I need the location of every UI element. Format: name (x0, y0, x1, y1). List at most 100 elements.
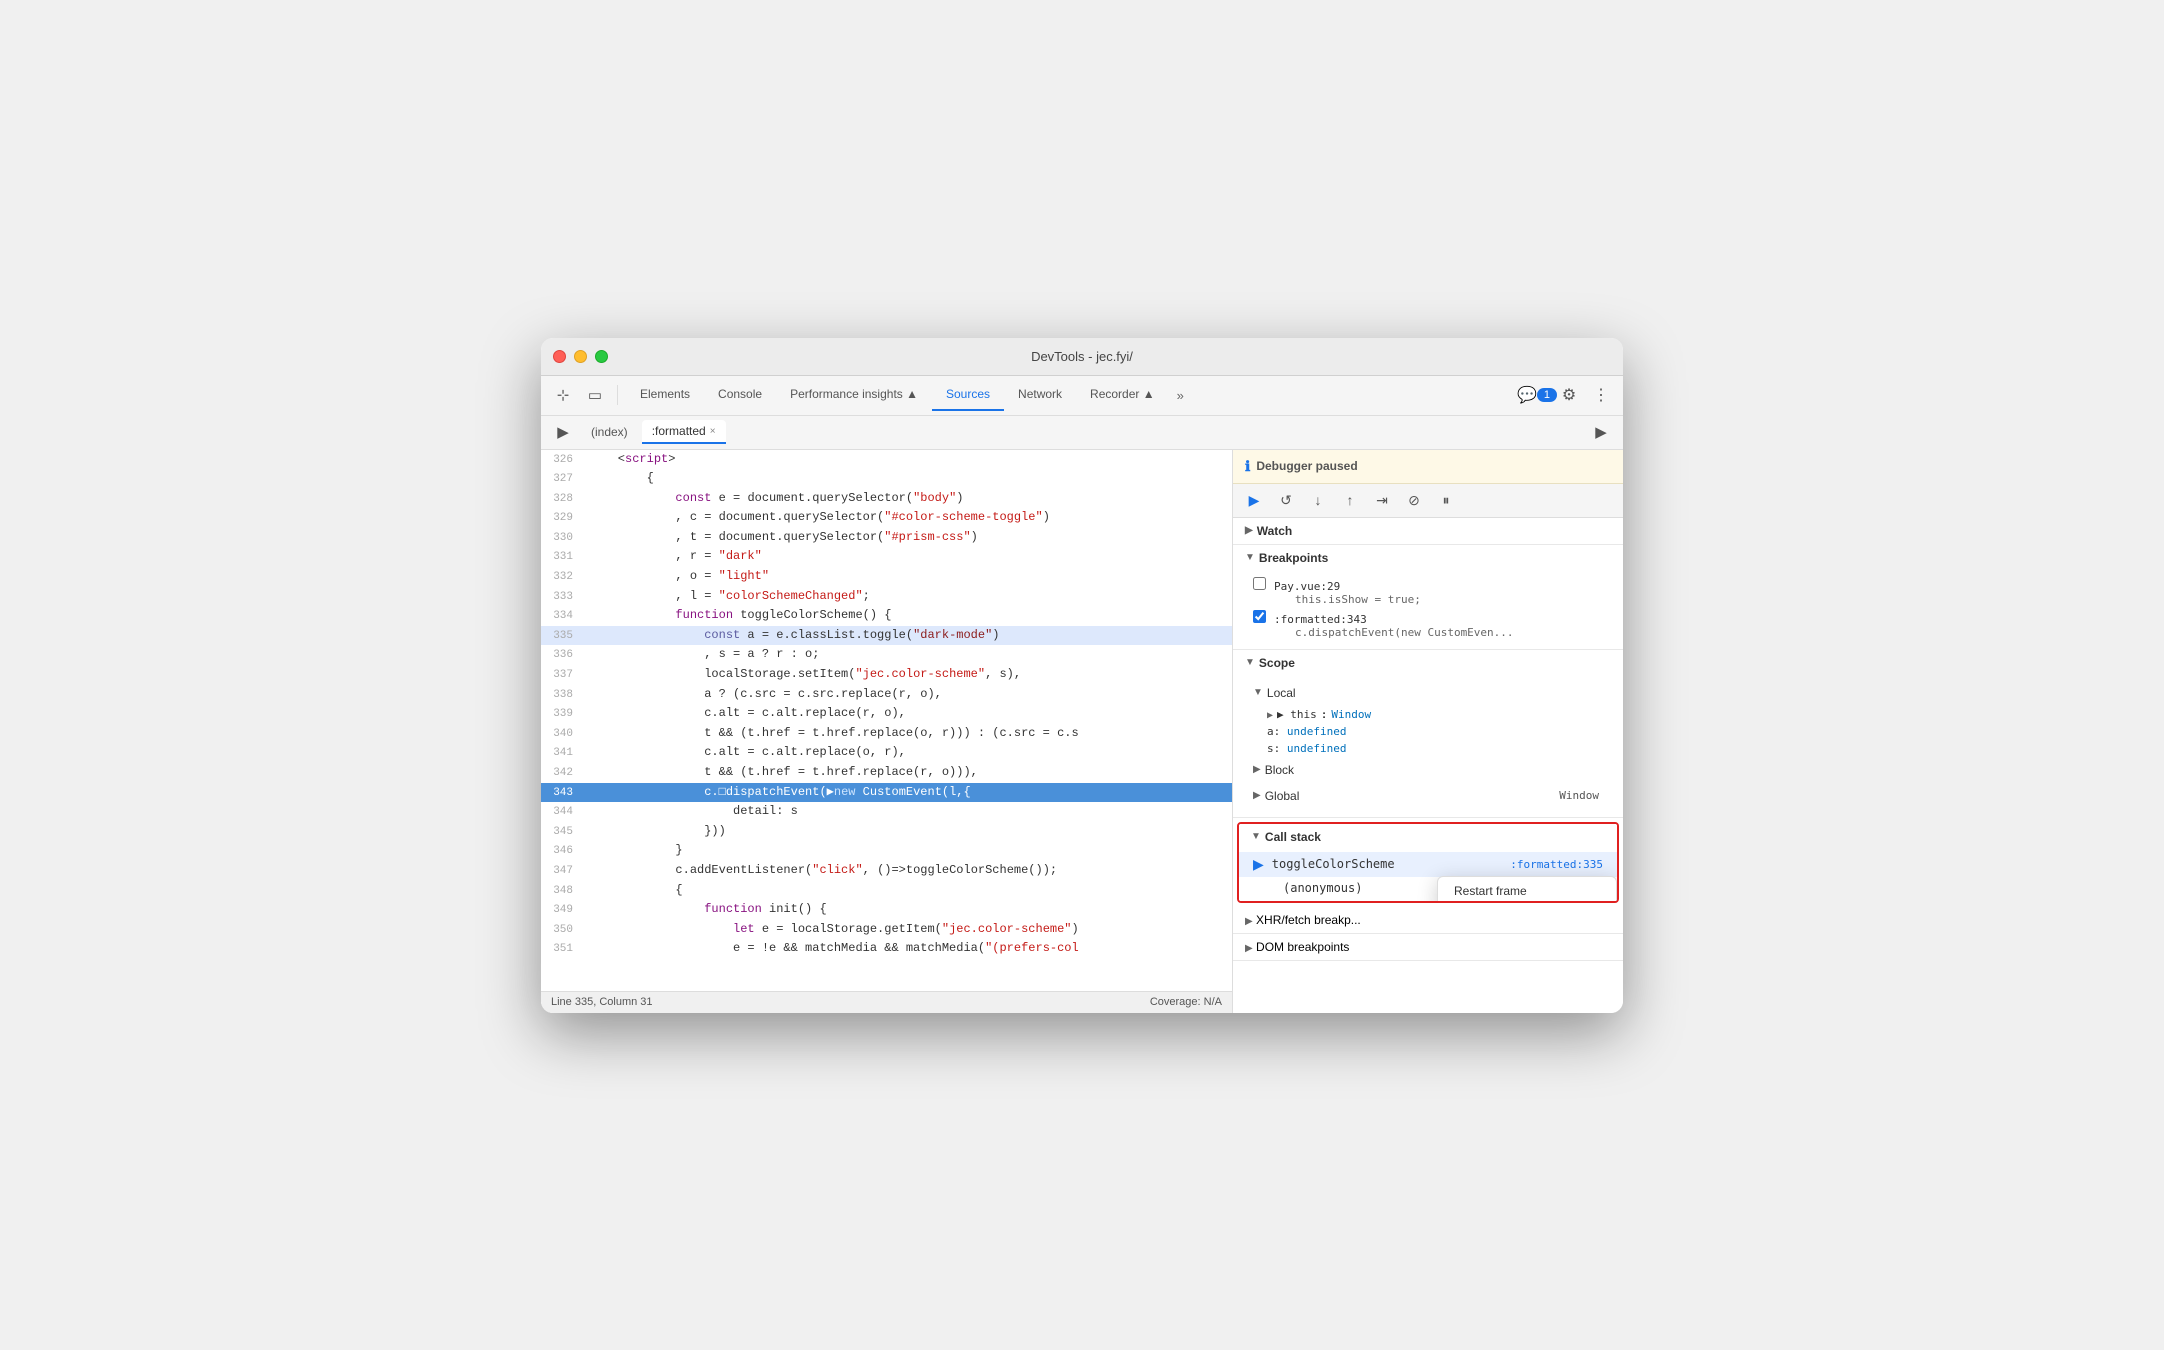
deactivate-breakpoints-button[interactable]: ⊘ (1401, 487, 1427, 513)
code-line-336: 336 , s = a ? r : o; (541, 645, 1232, 665)
code-line-334: 334 function toggleColorScheme() { (541, 606, 1232, 626)
bp2-code: c.dispatchEvent(new CustomEven... (1274, 626, 1514, 639)
step-button[interactable]: ⇥ (1369, 487, 1395, 513)
file-tree-icon[interactable]: ▶ (549, 418, 577, 446)
local-triangle: ▼ (1253, 687, 1263, 698)
sub-toolbar-right: ▶ (1587, 418, 1615, 446)
dom-triangle: ▶ (1245, 943, 1253, 954)
tab-recorder[interactable]: Recorder ▲ (1076, 379, 1169, 411)
code-line-340: 340 t && (t.href = t.href.replace(o, r))… (541, 724, 1232, 744)
scope-this[interactable]: ▶ ▶ this: Window (1267, 706, 1611, 723)
code-line-349: 349 function init() { (541, 900, 1232, 920)
code-editor[interactable]: 326 <script> 327 { 328 const e = documen… (541, 450, 1232, 991)
bp2-location: :formatted:343 (1274, 613, 1367, 626)
more-tabs[interactable]: » (1169, 382, 1192, 409)
call-stack-triangle: ▼ (1251, 831, 1261, 842)
local-label: Local (1267, 686, 1296, 700)
code-line-331: 331 , r = "dark" (541, 547, 1232, 567)
xhr-section[interactable]: ▶ XHR/fetch breakp... (1233, 907, 1623, 934)
cursor-position: Line 335, Column 31 (551, 996, 653, 1008)
code-line-342: 342 t && (t.href = t.href.replace(r, o))… (541, 763, 1232, 783)
scope-header[interactable]: ▼ Scope (1233, 650, 1623, 676)
divider (617, 385, 618, 405)
code-line-335: 335 const a = e.classList.toggle("dark-m… (541, 626, 1232, 646)
step-out-button[interactable]: ↑ (1337, 487, 1363, 513)
call-stack-section: ▼ Call stack ▶ toggleColorScheme :format… (1237, 822, 1619, 903)
tab-network[interactable]: Network (1004, 379, 1076, 411)
global-val: Window (1559, 789, 1599, 802)
traffic-lights (553, 350, 608, 363)
code-line-327: 327 { (541, 469, 1232, 489)
format-icon[interactable]: ▶ (1587, 418, 1615, 446)
global-scope-header[interactable]: ▶ Global Window (1253, 783, 1611, 809)
dom-label: DOM breakpoints (1256, 940, 1349, 954)
tab-console[interactable]: Console (704, 379, 776, 411)
watch-header[interactable]: ▶ Watch (1233, 518, 1623, 544)
file-tab-index[interactable]: (index) (581, 421, 638, 443)
call-stack-header[interactable]: ▼ Call stack (1239, 824, 1617, 850)
ctx-restart-frame[interactable]: Restart frame (1438, 877, 1616, 903)
window-title: DevTools - jec.fyi/ (1031, 349, 1133, 364)
watch-section: ▶ Watch (1233, 518, 1623, 545)
toolbar-right: 💬 1 ⚙ ⋮ (1523, 381, 1615, 409)
block-scope-header[interactable]: ▶ Block (1253, 757, 1611, 783)
watch-label: Watch (1257, 524, 1293, 538)
a-val: undefined (1287, 725, 1347, 738)
breakpoints-header[interactable]: ▼ Breakpoints (1233, 545, 1623, 571)
code-line-351: 351 e = !e && matchMedia && matchMedia("… (541, 939, 1232, 959)
code-line-329: 329 , c = document.querySelector("#color… (541, 508, 1232, 528)
tab-performance[interactable]: Performance insights ▲ (776, 379, 932, 411)
debugger-paused-header: ℹ Debugger paused (1233, 450, 1623, 484)
stack-frame-1[interactable]: ▶ toggleColorScheme :formatted:335 (1239, 852, 1617, 877)
debug-toolbar: ▶ ↺ ↓ ↑ ⇥ ⊘ ⏸ (1233, 484, 1623, 518)
breakpoint-1: Pay.vue:29 this.isShow = true; (1253, 575, 1611, 608)
more-options-icon[interactable]: ⋮ (1587, 381, 1615, 409)
breakpoint-2: :formatted:343 c.dispatchEvent(new Custo… (1253, 608, 1611, 641)
local-scope-items: ▶ ▶ this: Window a: undefined s: (1253, 706, 1611, 757)
breakpoint-1-checkbox[interactable] (1253, 577, 1266, 590)
breakpoint-1-detail: Pay.vue:29 this.isShow = true; (1274, 579, 1421, 606)
xhr-label: XHR/fetch breakp... (1256, 913, 1361, 927)
info-icon: ℹ (1245, 458, 1250, 475)
file-tab-bar: ▶ (index) :formatted × ▶ (541, 416, 1623, 450)
this-val: Window (1331, 708, 1371, 721)
s-val: undefined (1287, 742, 1347, 755)
dom-section[interactable]: ▶ DOM breakpoints (1233, 934, 1623, 961)
this-expand[interactable]: ▶ ▶ this: Window (1267, 708, 1611, 721)
breakpoints-section: ▼ Breakpoints Pay.vue:29 this.isShow = t… (1233, 545, 1623, 650)
stack-fn-1: toggleColorScheme (1272, 857, 1503, 871)
minimize-button[interactable] (574, 350, 587, 363)
code-line-350: 350 let e = localStorage.getItem("jec.co… (541, 920, 1232, 940)
debugger-paused-label: Debugger paused (1256, 459, 1357, 473)
cursor-icon[interactable]: ⊹ (549, 381, 577, 409)
step-into-button[interactable]: ↓ (1305, 487, 1331, 513)
chat-icon[interactable]: 💬 1 (1523, 381, 1551, 409)
close-button[interactable] (553, 350, 566, 363)
settings-icon[interactable]: ⚙ (1555, 381, 1583, 409)
bp1-location: Pay.vue:29 (1274, 580, 1340, 593)
code-line-347: 347 c.addEventListener("click", ()=>togg… (541, 861, 1232, 881)
global-label: Global (1265, 789, 1300, 803)
scope-label: Scope (1259, 656, 1295, 670)
tab-navigation: Elements Console Performance insights ▲ … (626, 379, 1519, 411)
code-line-330: 330 , t = document.querySelector("#prism… (541, 528, 1232, 548)
pause-on-exceptions-button[interactable]: ⏸ (1433, 487, 1459, 513)
resume-button[interactable]: ▶ (1241, 487, 1267, 513)
watch-triangle: ▶ (1245, 525, 1253, 536)
close-tab-icon[interactable]: × (710, 426, 716, 437)
step-over-button[interactable]: ↺ (1273, 487, 1299, 513)
a-key: a: (1267, 725, 1280, 738)
tab-sources[interactable]: Sources (932, 379, 1004, 411)
code-line-332: 332 , o = "light" (541, 567, 1232, 587)
tab-elements[interactable]: Elements (626, 379, 704, 411)
breakpoint-2-checkbox[interactable] (1253, 610, 1266, 623)
maximize-button[interactable] (595, 350, 608, 363)
scope-s: s: undefined (1267, 740, 1611, 757)
local-scope-header[interactable]: ▼ Local (1253, 680, 1611, 706)
s-key: s: (1267, 742, 1280, 755)
device-toggle-icon[interactable]: ▭ (581, 381, 609, 409)
file-tab-formatted[interactable]: :formatted × (642, 420, 726, 444)
context-menu: Restart frame Copy stack trace Add scrip… (1437, 876, 1617, 903)
scope-section: ▼ Scope ▼ Local ▶ ▶ this: (1233, 650, 1623, 818)
code-line-341: 341 c.alt = c.alt.replace(o, r), (541, 743, 1232, 763)
